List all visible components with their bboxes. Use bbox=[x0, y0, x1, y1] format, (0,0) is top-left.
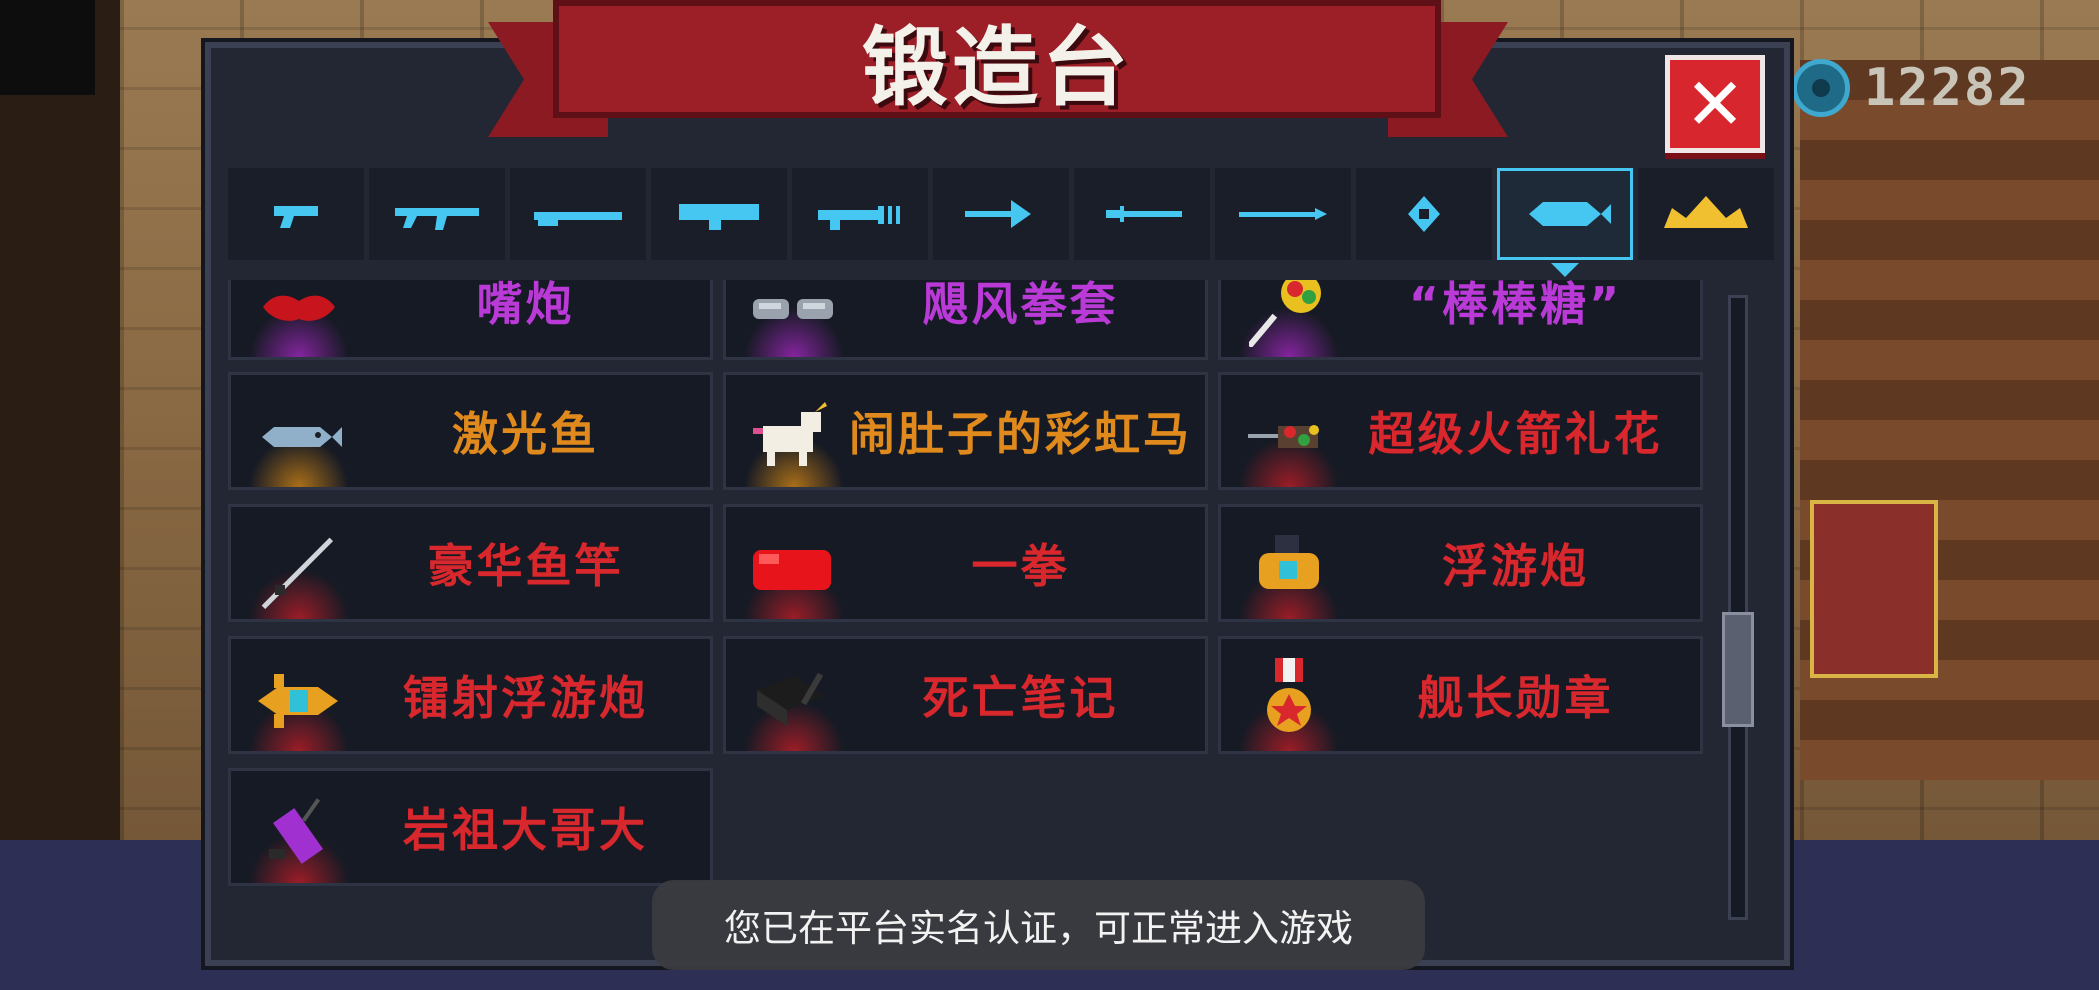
weapon-category-tabs bbox=[228, 168, 1774, 260]
tab-spear[interactable] bbox=[1215, 168, 1351, 260]
item-name: 浮游炮 bbox=[1442, 539, 1589, 593]
cellphone-icon bbox=[251, 785, 347, 881]
item-card[interactable]: 豪华鱼竿 bbox=[228, 504, 713, 622]
tab-rifle[interactable] bbox=[369, 168, 505, 260]
item-card[interactable]: “棒棒糖” bbox=[1218, 280, 1703, 360]
item-card[interactable]: 嘴炮 bbox=[228, 280, 713, 360]
item-card[interactable]: 镭射浮游炮 bbox=[228, 636, 713, 754]
item-card[interactable]: 超级火箭礼花 bbox=[1218, 372, 1703, 490]
laser-gun-icon bbox=[818, 206, 900, 230]
fish-icon bbox=[1529, 202, 1611, 226]
item-grid: 嘴炮 飓风拳套 “棒棒糖” 激光鱼 闹肚子的彩虹马 超级火箭礼花 豪华鱼竿 一拳… bbox=[228, 280, 1718, 890]
launcher-icon bbox=[679, 204, 759, 230]
unicorn-icon bbox=[746, 389, 842, 485]
lips-icon bbox=[251, 280, 347, 355]
gem-coin-icon bbox=[1792, 59, 1850, 117]
tab-special[interactable] bbox=[1497, 168, 1633, 260]
item-card[interactable]: 飓风拳套 bbox=[723, 280, 1208, 360]
empty-slot bbox=[723, 768, 1208, 886]
item-card[interactable]: 岩祖大哥大 bbox=[228, 768, 713, 886]
item-name: 超级火箭礼花 bbox=[1368, 407, 1663, 461]
item-name: 镭射浮游炮 bbox=[403, 671, 648, 725]
shuriken-icon bbox=[1408, 196, 1440, 232]
boxing-glove-icon bbox=[746, 521, 842, 617]
rifle-icon bbox=[395, 208, 479, 230]
coin-value: 12282 bbox=[1864, 58, 2031, 118]
item-card[interactable]: 激光鱼 bbox=[228, 372, 713, 490]
sword-icon bbox=[1106, 206, 1182, 222]
item-name: 嘴炮 bbox=[476, 280, 575, 331]
tab-bow[interactable] bbox=[933, 168, 1069, 260]
shotgun-icon bbox=[534, 212, 622, 226]
close-button[interactable]: ✕ bbox=[1665, 55, 1765, 153]
tab-pistol[interactable] bbox=[228, 168, 364, 260]
page-title: 锻造台 bbox=[862, 17, 1132, 118]
close-icon: ✕ bbox=[1684, 62, 1746, 146]
toast-message: 您已在平台实名认证，可正常进入游戏 bbox=[724, 907, 1353, 950]
item-name: 舰长勋章 bbox=[1417, 671, 1614, 725]
item-name: 激光鱼 bbox=[452, 407, 599, 461]
item-card[interactable]: 浮游炮 bbox=[1218, 504, 1703, 622]
tab-laser[interactable] bbox=[792, 168, 928, 260]
item-name: 一拳 bbox=[971, 539, 1070, 593]
tab-launcher[interactable] bbox=[651, 168, 787, 260]
item-name: 飓风拳套 bbox=[922, 280, 1119, 331]
item-name: 豪华鱼竿 bbox=[427, 539, 624, 593]
laser-drone-icon bbox=[251, 653, 347, 749]
tab-shotgun[interactable] bbox=[510, 168, 646, 260]
tab-crown[interactable] bbox=[1638, 168, 1774, 260]
notebook-icon bbox=[746, 653, 842, 749]
spear-icon bbox=[1239, 208, 1327, 220]
gauntlet-icon bbox=[746, 280, 842, 355]
item-card[interactable]: 死亡笔记 bbox=[723, 636, 1208, 754]
coin-counter: 12282 bbox=[1792, 58, 2031, 118]
bow-arrow-icon bbox=[965, 200, 1031, 228]
fish-icon bbox=[251, 389, 347, 485]
item-name: 死亡笔记 bbox=[922, 671, 1119, 725]
fishing-rod-icon bbox=[251, 521, 347, 617]
title-banner: 锻造台 bbox=[553, 0, 1441, 118]
item-name: 岩祖大哥大 bbox=[403, 803, 648, 857]
medal-icon bbox=[1241, 653, 1337, 749]
rocket-firework-icon bbox=[1241, 389, 1337, 485]
drone-icon bbox=[1241, 521, 1337, 617]
item-name: “棒棒糖” bbox=[1408, 280, 1623, 331]
item-card[interactable]: 一拳 bbox=[723, 504, 1208, 622]
item-card[interactable]: 闹肚子的彩虹马 bbox=[723, 372, 1208, 490]
scrollbar-thumb[interactable] bbox=[1722, 612, 1754, 727]
background-rug bbox=[1810, 500, 1938, 678]
item-name: 闹肚子的彩虹马 bbox=[849, 407, 1192, 461]
tab-sword[interactable] bbox=[1074, 168, 1210, 260]
item-card[interactable]: 舰长勋章 bbox=[1218, 636, 1703, 754]
background-dark-corner bbox=[0, 0, 95, 95]
pistol-icon bbox=[274, 206, 318, 228]
lollipop-icon bbox=[1241, 280, 1337, 355]
empty-slot bbox=[1218, 768, 1703, 886]
tab-throwing[interactable] bbox=[1356, 168, 1492, 260]
crown-icon bbox=[1664, 196, 1748, 228]
scrollbar-track[interactable] bbox=[1728, 295, 1748, 920]
toast-notification: 您已在平台实名认证，可正常进入游戏 bbox=[652, 880, 1425, 970]
